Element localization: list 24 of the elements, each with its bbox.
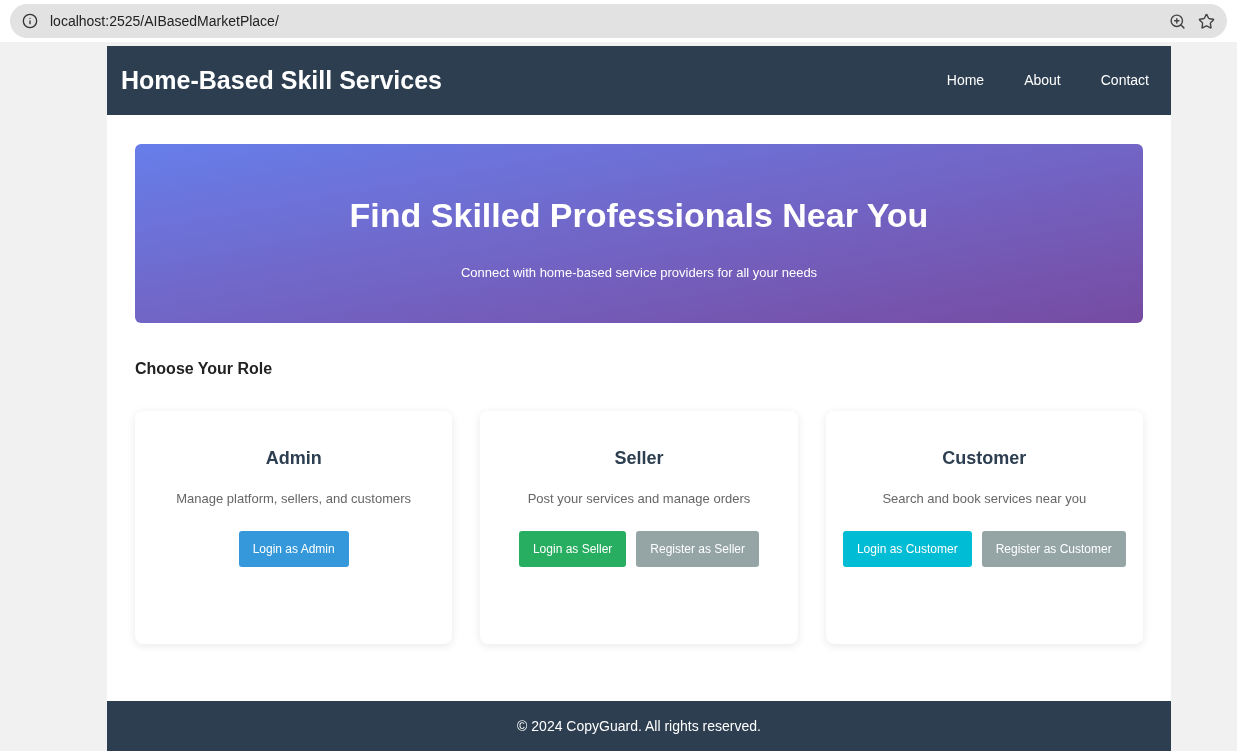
url-text: localhost:2525/AIBasedMarketPlace/ bbox=[50, 11, 280, 31]
role-description: Manage platform, sellers, and customers bbox=[176, 490, 412, 508]
nav-link[interactable]: About bbox=[1016, 70, 1069, 91]
hero-title: Find Skilled Professionals Near You bbox=[349, 195, 929, 237]
role-button[interactable]: Login as Admin bbox=[238, 530, 349, 567]
nav-link[interactable]: Contact bbox=[1092, 70, 1157, 91]
info-icon[interactable] bbox=[22, 13, 38, 29]
nav-link[interactable]: Home bbox=[938, 70, 993, 91]
role-title: Seller bbox=[614, 447, 664, 470]
zoom-icon[interactable] bbox=[1169, 12, 1186, 30]
site-title: Home-Based Skill Services bbox=[121, 64, 442, 96]
role-title: Customer bbox=[942, 447, 1027, 470]
section-title: Choose Your Role bbox=[135, 359, 274, 379]
role-button[interactable]: Login as Seller bbox=[518, 530, 627, 567]
address-bar[interactable]: localhost:2525/AIBasedMarketPlace/ bbox=[10, 4, 1227, 38]
role-button[interactable]: Register as Seller bbox=[636, 530, 760, 567]
hero-subtitle: Connect with home-based service providers for all your needs bbox=[460, 264, 818, 283]
role-description: Post your services and manage orders bbox=[527, 490, 751, 508]
role-button[interactable]: Login as Customer bbox=[842, 530, 972, 567]
bookmark-icon[interactable] bbox=[1198, 12, 1215, 30]
footer-text: © 2024 CopyGuard. All rights reserved. bbox=[517, 716, 761, 736]
role-title: Admin bbox=[265, 447, 322, 470]
role-button[interactable]: Register as Customer bbox=[981, 530, 1126, 567]
role-description: Search and book services near you bbox=[882, 490, 1087, 508]
